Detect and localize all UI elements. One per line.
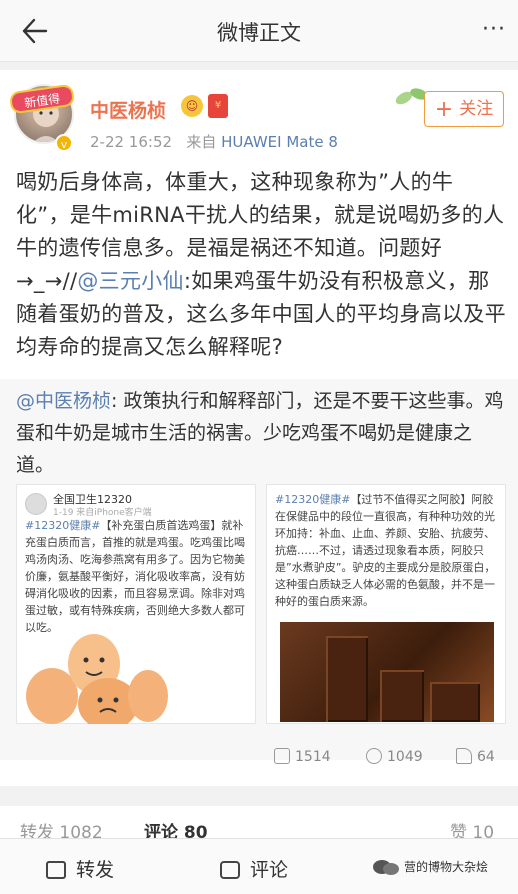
image1-body: 【补充蛋白质首选鸡蛋】就补充蛋白质而言，首推的就是鸡蛋。吃鸡蛋比喝鸡汤肉汤、吃海… bbox=[25, 519, 245, 634]
follow-button[interactable]: + 关注 bbox=[424, 91, 504, 127]
ejiao-block bbox=[380, 670, 424, 722]
repost-button[interactable]: 转发 bbox=[46, 855, 114, 882]
watermark-text: 营的博物大杂烩 bbox=[404, 860, 489, 874]
comment-button-label: 评论 bbox=[250, 859, 289, 881]
post-stats: 1514 1049 64 bbox=[0, 738, 518, 774]
ejiao-block bbox=[326, 636, 368, 722]
plus-icon: + bbox=[434, 97, 454, 122]
watermark: 营的博物大杂烩 bbox=[372, 858, 488, 875]
follow-label: 关注 bbox=[459, 99, 494, 119]
comment-count[interactable]: 1049 bbox=[366, 748, 423, 765]
like-count[interactable]: 64 bbox=[456, 748, 495, 765]
ejiao-photo bbox=[280, 622, 494, 722]
comment-icon bbox=[220, 861, 240, 879]
image2-tag: #12320健康# bbox=[275, 493, 351, 506]
post-meta: 2-22 16:52 来自 HUAWEI Mate 8 bbox=[90, 131, 338, 152]
share-icon bbox=[46, 861, 66, 879]
source-prefix: 来自 bbox=[186, 133, 217, 151]
comment-button[interactable]: 评论 bbox=[220, 855, 288, 882]
emoji-face-icon: ☺ bbox=[181, 95, 203, 117]
like-count-value: 64 bbox=[477, 749, 495, 765]
timestamp: 2-22 16:52 bbox=[90, 133, 173, 151]
repost-count-value: 1514 bbox=[295, 749, 331, 765]
thumbs-up-icon bbox=[456, 748, 472, 764]
more-options-icon[interactable]: ··· bbox=[482, 17, 506, 42]
post-body: 喝奶后身体高，体重大，这种现象称为”人的牛化”，是牛miRNA干扰人的结果，就是… bbox=[16, 166, 506, 364]
mention-link[interactable]: @三元小仙 bbox=[77, 269, 184, 293]
repost-count[interactable]: 1514 bbox=[274, 748, 331, 765]
ejiao-block bbox=[430, 682, 480, 722]
image1-tag: #12320健康# bbox=[25, 519, 101, 532]
mini-avatar bbox=[25, 493, 47, 515]
verified-badge-icon: v bbox=[55, 134, 73, 152]
image2-body: 【过节不值得买之阿胶】阿胶在保健品中的段位一直很高，有种种功效的光环加持：补血、… bbox=[275, 493, 496, 608]
repost-body: @中医杨桢: 政策执行和解释部门，还是不要干这些事。鸡蛋和牛奶是城市生活的祸害。… bbox=[16, 385, 506, 481]
wechat-logo-icon bbox=[373, 860, 399, 875]
red-packet-icon[interactable]: ¥ bbox=[208, 94, 228, 118]
page-title: 微博正文 bbox=[217, 21, 301, 45]
navigation-bar: 微博正文 ··· bbox=[0, 0, 518, 62]
device-link[interactable]: HUAWEI Mate 8 bbox=[221, 133, 338, 151]
comment-count-value: 1049 bbox=[387, 749, 423, 765]
repost-icon bbox=[274, 748, 290, 764]
image2-text: #12320健康#【过节不值得买之阿胶】阿胶在保健品中的段位一直很高，有种种功效… bbox=[275, 491, 499, 610]
image1-text: #12320健康#【补充蛋白质首选鸡蛋】就补充蛋白质而言，首推的就是鸡蛋。吃鸡蛋… bbox=[25, 517, 249, 636]
comment-icon bbox=[366, 748, 382, 764]
repost-button-label: 转发 bbox=[76, 859, 115, 881]
eggs-illustration-icon bbox=[26, 634, 168, 724]
repost-mention-link[interactable]: @中医杨桢 bbox=[16, 390, 111, 412]
username[interactable]: 中医杨桢 bbox=[90, 96, 166, 123]
